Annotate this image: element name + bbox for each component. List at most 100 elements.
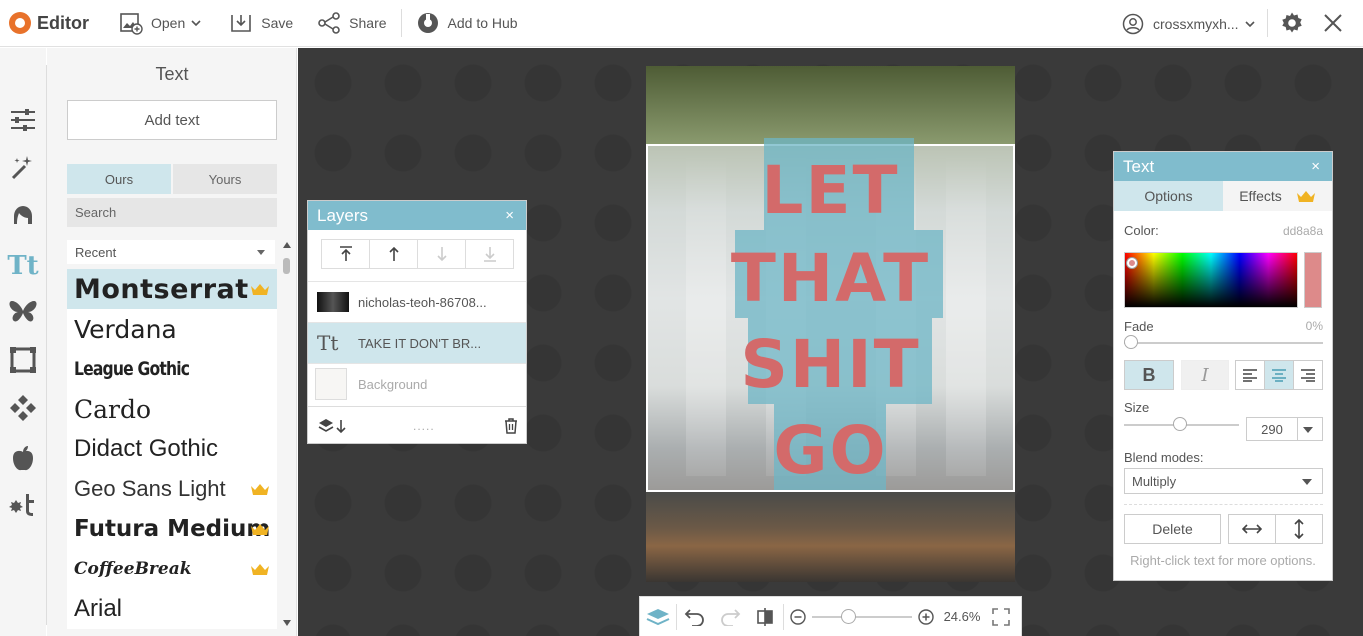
close-icon[interactable]: × <box>505 207 514 224</box>
blend-mode-select[interactable]: Multiply <box>1124 468 1323 494</box>
font-name: Arial <box>74 595 123 622</box>
fade-label: Fade <box>1124 319 1154 334</box>
gear-icon[interactable] <box>1280 11 1304 35</box>
color-spectrum-picker[interactable] <box>1124 252 1298 308</box>
font-item-futura-medium[interactable]: Futura Medium <box>67 509 277 549</box>
tab-options[interactable]: Options <box>1114 181 1223 211</box>
bottom-toolbar: 24.6% <box>639 596 1022 636</box>
font-item-geo-sans-light[interactable]: Geo Sans Light <box>67 469 277 509</box>
frame-icon[interactable] <box>8 345 38 375</box>
butterfly-icon[interactable] <box>8 297 38 327</box>
fade-slider-knob[interactable] <box>1124 335 1138 349</box>
font-item-arial[interactable]: Arial <box>67 589 277 629</box>
close-icon[interactable]: × <box>1311 158 1320 175</box>
font-item-league-gothic[interactable]: League Gothic <box>67 349 277 389</box>
open-button[interactable]: Open <box>119 0 203 47</box>
user-menu[interactable]: crossxmyxh... <box>1122 0 1257 47</box>
tab-effects[interactable]: Effects <box>1223 181 1332 211</box>
close-icon[interactable] <box>1322 12 1344 34</box>
tab-ours[interactable]: Ours <box>67 164 171 194</box>
toolbar-divider <box>1267 9 1268 37</box>
flip-vertical-button[interactable] <box>1275 514 1323 544</box>
font-filter-value: Recent <box>75 244 117 260</box>
layer-item-text[interactable]: Tt TAKE IT DON'T BR... <box>308 322 526 363</box>
app-title: Editor <box>37 12 89 33</box>
panel-drag-handle[interactable]: ..... <box>413 419 435 433</box>
font-name: Montserrat <box>74 273 249 305</box>
font-search-input[interactable] <box>67 198 277 227</box>
save-button[interactable]: Save <box>229 0 293 47</box>
size-divider <box>1297 418 1298 440</box>
canvas-text-line: LET <box>761 152 900 229</box>
size-input[interactable]: 290 <box>1246 417 1323 441</box>
flip-horizontal-button[interactable] <box>1228 514 1276 544</box>
layer-item-background[interactable]: Background <box>308 363 526 404</box>
scroll-thumb[interactable] <box>283 258 290 274</box>
zoom-out-button[interactable] <box>784 597 812 636</box>
scroll-up-icon[interactable] <box>283 242 291 248</box>
bring-to-front-button[interactable] <box>322 240 370 268</box>
app-logo[interactable]: Editor <box>9 12 89 34</box>
fade-slider-track[interactable] <box>1124 342 1323 344</box>
font-item-montserrat[interactable]: Montserrat <box>67 269 277 309</box>
compare-icon <box>757 607 773 626</box>
scroll-down-icon[interactable] <box>283 620 291 626</box>
color-hex-value[interactable]: dd8a8a <box>1234 224 1323 238</box>
add-text-button[interactable]: Add text <box>67 100 277 140</box>
font-item-verdana[interactable]: Verdana <box>67 309 277 349</box>
size-dropdown-icon[interactable] <box>1303 427 1313 433</box>
send-to-back-button[interactable] <box>466 240 513 268</box>
layer-item-image[interactable]: nicholas-teoh-86708... <box>308 281 526 322</box>
layers-title: Layers <box>317 205 369 225</box>
bold-button[interactable]: B <box>1124 360 1174 390</box>
italic-button[interactable]: I <box>1181 360 1229 390</box>
share-button[interactable]: Share <box>317 0 387 47</box>
graphic-icon[interactable] <box>8 489 38 519</box>
chevron-down-icon <box>191 20 201 27</box>
send-backward-button[interactable] <box>418 240 466 268</box>
layer-label: TAKE IT DON'T BR... <box>358 335 482 351</box>
redo-button[interactable] <box>713 597 747 636</box>
font-filter-select[interactable]: Recent <box>67 240 275 264</box>
color-swatch[interactable] <box>1304 252 1322 308</box>
align-right-button[interactable] <box>1293 360 1323 390</box>
apple-icon[interactable] <box>8 443 38 473</box>
texture-icon[interactable] <box>8 393 38 423</box>
zoom-in-button[interactable] <box>912 597 940 636</box>
font-item-cardo[interactable]: Cardo <box>67 389 277 429</box>
trash-icon[interactable] <box>504 418 518 434</box>
adjustments-icon[interactable] <box>8 105 38 135</box>
chevron-down-icon <box>1302 479 1312 485</box>
text-properties-header[interactable]: Text × <box>1114 152 1332 181</box>
undo-icon <box>684 608 704 626</box>
crown-icon <box>251 284 269 295</box>
align-left-button[interactable] <box>1235 360 1265 390</box>
font-list-scrollbar[interactable] <box>280 240 292 630</box>
zoom-slider[interactable] <box>812 597 912 636</box>
layers-merge-icon[interactable] <box>318 418 348 434</box>
compare-button[interactable] <box>747 597 783 636</box>
text-icon[interactable]: Tt <box>7 251 38 281</box>
fit-to-screen-button[interactable] <box>984 597 1018 636</box>
font-item-coffeebreak[interactable]: CoffeeBreak <box>67 549 277 589</box>
font-item-didact-gothic[interactable]: Didact Gothic <box>67 429 277 469</box>
bring-forward-button[interactable] <box>370 240 418 268</box>
layers-header[interactable]: Layers × <box>308 201 526 230</box>
add-to-hub-button[interactable]: Add to Hub <box>416 0 518 47</box>
align-center-button[interactable] <box>1264 360 1294 390</box>
magic-wand-icon[interactable] <box>8 153 38 183</box>
delete-button[interactable]: Delete <box>1124 514 1221 544</box>
tab-yours[interactable]: Yours <box>173 164 277 194</box>
crown-icon <box>251 484 269 495</box>
open-label: Open <box>151 15 186 31</box>
font-list: Montserrat Verdana League Gothic Cardo D… <box>67 269 277 629</box>
undo-button[interactable] <box>677 597 713 636</box>
font-name: Cardo <box>74 394 152 424</box>
size-slider-knob[interactable] <box>1173 417 1187 431</box>
zoom-slider-knob[interactable] <box>841 608 856 624</box>
zoom-slider-track[interactable] <box>812 615 912 618</box>
color-picker-handle[interactable] <box>1127 258 1137 268</box>
face-icon[interactable] <box>8 201 38 231</box>
layers-toggle-button[interactable] <box>640 597 676 636</box>
align-center-icon <box>1272 369 1286 382</box>
